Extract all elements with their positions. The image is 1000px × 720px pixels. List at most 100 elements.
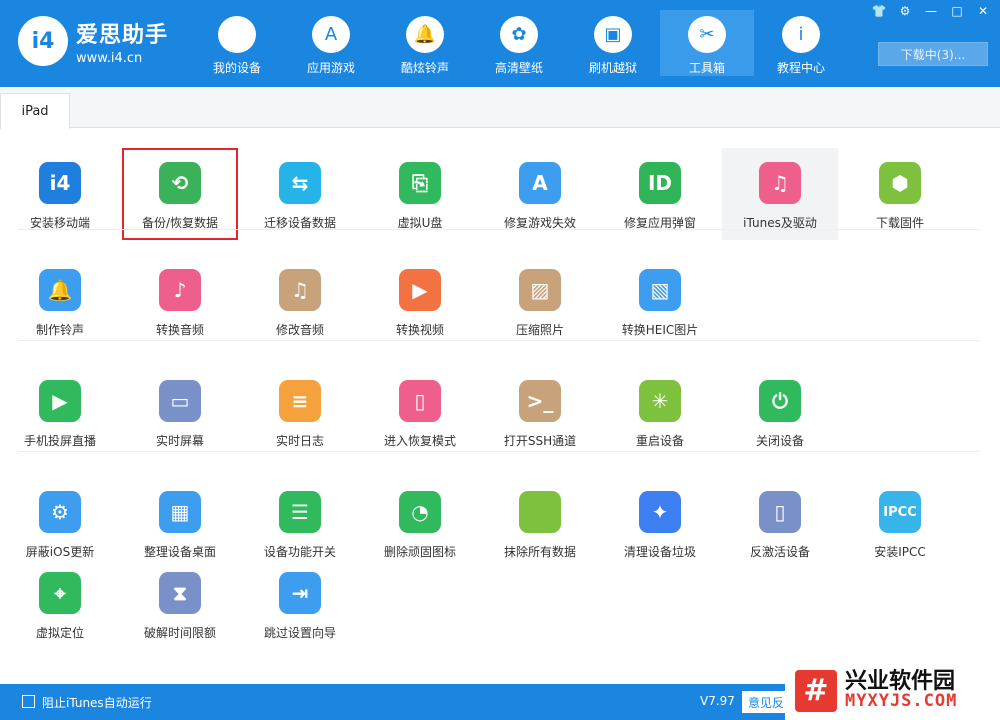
delete-icon-icon: ◔ <box>399 491 441 533</box>
tool-itunes[interactable]: ♫ iTunes及驱动 <box>722 148 838 240</box>
tool-label: 实时日志 <box>275 434 324 448</box>
maximize-icon[interactable]: □ <box>946 2 968 20</box>
tool-label: 抹除所有数据 <box>503 545 576 559</box>
app-store-icon: A <box>312 16 350 53</box>
nav-item-label: 高清壁纸 <box>494 61 543 75</box>
tool-label: 制作铃声 <box>35 323 84 337</box>
repair-game-icon: A <box>519 162 561 204</box>
organize-desktop-icon: ▦ <box>159 491 201 533</box>
main-nav: 我的设备 A 应用游戏 🔔 酷炫铃声 ✿ 高清壁纸 ▣ 刷机越狱 ✂ 工具箱 i 教程中心 <box>190 10 848 87</box>
tool-label: 打开SSH通道 <box>503 434 577 448</box>
tool-live-log[interactable]: ≡ 实时日志 <box>242 366 358 454</box>
watermark: # 兴业软件园 MYXYJS.COM <box>785 661 1000 720</box>
tool-deactivate[interactable]: ▯ 反激活设备 <box>722 477 838 565</box>
tool-label: 关闭设备 <box>755 434 804 448</box>
usb-drive-icon: ⎘ <box>399 162 441 204</box>
hourglass-icon: ⧗ <box>159 572 201 614</box>
tool-heic-convert[interactable]: ▧ 转换HEIC图片 <box>602 255 718 343</box>
ipcc-icon: IPCC <box>879 491 921 533</box>
flower-icon: ✿ <box>500 16 538 53</box>
tool-skip-setup[interactable]: ⇥ 跳过设置向导 <box>242 558 358 646</box>
skip-setup-icon: ⇥ <box>279 572 321 614</box>
nav-item-bell[interactable]: 🔔 酷炫铃声 <box>378 10 472 76</box>
tool-label: 安装IPCC <box>874 545 926 559</box>
block-update-icon: ⚙ <box>39 491 81 533</box>
tool-hourglass[interactable]: ⧗ 破解时间限额 <box>122 558 238 646</box>
download-status-button[interactable]: 下载中(3)... <box>878 42 988 66</box>
nav-item-label: 应用游戏 <box>306 61 355 75</box>
itunes-icon: ♫ <box>759 162 801 204</box>
screen-cast-icon: ▶ <box>39 380 81 422</box>
convert-audio-icon: ♪ <box>159 269 201 311</box>
close-icon[interactable]: ✕ <box>972 2 994 20</box>
nav-item-label: 教程中心 <box>776 61 825 75</box>
backup-restore-icon: ⟲ <box>159 162 201 204</box>
tool-usb-drive[interactable]: ⎘ 虚拟U盘 <box>362 148 478 240</box>
apple-id-icon: ID <box>639 162 681 204</box>
tool-label: 压缩照片 <box>515 323 564 337</box>
nav-item-flower[interactable]: ✿ 高清壁纸 <box>472 10 566 76</box>
tool-convert-video[interactable]: ▶ 转换视频 <box>362 255 478 343</box>
row-divider <box>18 340 980 341</box>
tool-i4-app[interactable]: i4 安装移动端 <box>2 148 118 240</box>
tool-label: 重启设备 <box>635 434 684 448</box>
settings-icon[interactable]: ⚙ <box>894 2 916 20</box>
tool-label: 实时屏幕 <box>155 434 204 448</box>
tool-reboot[interactable]: ✳ 重启设备 <box>602 366 718 454</box>
feedback-button[interactable]: 意见反 <box>742 691 790 713</box>
tool-block-update[interactable]: ⚙ 屏蔽iOS更新 <box>2 477 118 565</box>
tool-edit-audio[interactable]: ♫ 修改音频 <box>242 255 358 343</box>
tool-compress-photo[interactable]: ▨ 压缩照片 <box>482 255 598 343</box>
info-icon: i <box>782 16 820 53</box>
tool-screen-cast[interactable]: ▶ 手机投屏直播 <box>2 366 118 454</box>
tool-clean-junk[interactable]: ✦ 清理设备垃圾 <box>602 477 718 565</box>
nav-item-label: 刷机越狱 <box>588 61 637 75</box>
row-divider <box>18 451 980 452</box>
tool-ringtone-bell[interactable]: 🔔 制作铃声 <box>2 255 118 343</box>
tool-ssh-terminal[interactable]: >_ 打开SSH通道 <box>482 366 598 454</box>
row-divider <box>18 229 980 230</box>
tool-feature-toggle[interactable]: ☰ 设备功能开关 <box>242 477 358 565</box>
tool-migrate-data[interactable]: ⇆ 迁移设备数据 <box>242 148 358 240</box>
bell-icon: 🔔 <box>406 16 444 53</box>
minimize-icon[interactable]: — <box>920 2 942 20</box>
tool-delete-icon[interactable]: ◔ 删除顽固图标 <box>362 477 478 565</box>
tool-live-screen[interactable]: ▭ 实时屏幕 <box>122 366 238 454</box>
tool-firmware-cube[interactable]: ⬢ 下载固件 <box>842 148 958 240</box>
tool-location-pin[interactable]: ⌖ 虚拟定位 <box>2 558 118 646</box>
tool-ipcc[interactable]: IPCC 安装IPCC <box>842 477 958 565</box>
skin-icon[interactable]: 👕 <box>868 2 890 20</box>
tool-organize-desktop[interactable]: ▦ 整理设备桌面 <box>122 477 238 565</box>
tool-convert-audio[interactable]: ♪ 转换音频 <box>122 255 238 343</box>
location-pin-icon: ⌖ <box>39 572 81 614</box>
block-itunes-autorun-label: 阻止iTunes自动运行 <box>42 696 152 710</box>
tool-repair-game[interactable]: A 修复游戏失效 <box>482 148 598 240</box>
watermark-url: MYXYJS.COM <box>845 691 958 712</box>
apple-icon <box>218 16 256 53</box>
tool-label: 转换HEIC图片 <box>621 323 699 337</box>
tool-label: 转换视频 <box>395 323 444 337</box>
tool-recovery-mode[interactable]: ▯ 进入恢复模式 <box>362 366 478 454</box>
tool-label: 进入恢复模式 <box>383 434 456 448</box>
nav-item-apple[interactable]: 我的设备 <box>190 10 284 76</box>
tool-erase-data[interactable]: 抹除所有数据 <box>482 477 598 565</box>
ssh-terminal-icon: >_ <box>519 380 561 422</box>
tool-label: 虚拟定位 <box>35 626 84 640</box>
block-itunes-autorun-checkbox[interactable] <box>22 695 35 708</box>
tool-apple-id[interactable]: ID 修复应用弹窗 <box>602 148 718 240</box>
tool-backup-restore[interactable]: ⟲ 备份/恢复数据 <box>122 148 238 240</box>
nav-item-box[interactable]: ▣ 刷机越狱 <box>566 10 660 76</box>
live-log-icon: ≡ <box>279 380 321 422</box>
nav-item-label: 我的设备 <box>212 61 261 75</box>
nav-item-info[interactable]: i 教程中心 <box>754 10 848 76</box>
tab-ipad[interactable]: iPad <box>0 93 70 129</box>
tool-label: 手机投屏直播 <box>23 434 96 448</box>
nav-item-app-store[interactable]: A 应用游戏 <box>284 10 378 76</box>
tool-power[interactable]: ⏻ 关闭设备 <box>722 366 838 454</box>
nav-item-label: 工具箱 <box>688 61 725 75</box>
app-header: i4 爱思助手 www.i4.cn 我的设备 A 应用游戏 🔔 酷炫铃声 ✿ 高清壁纸 ▣ 刷机… <box>0 0 1000 87</box>
clean-junk-icon: ✦ <box>639 491 681 533</box>
edit-audio-icon: ♫ <box>279 269 321 311</box>
nav-item-tools[interactable]: ✂ 工具箱 <box>660 10 754 76</box>
ringtone-bell-icon: 🔔 <box>39 269 81 311</box>
